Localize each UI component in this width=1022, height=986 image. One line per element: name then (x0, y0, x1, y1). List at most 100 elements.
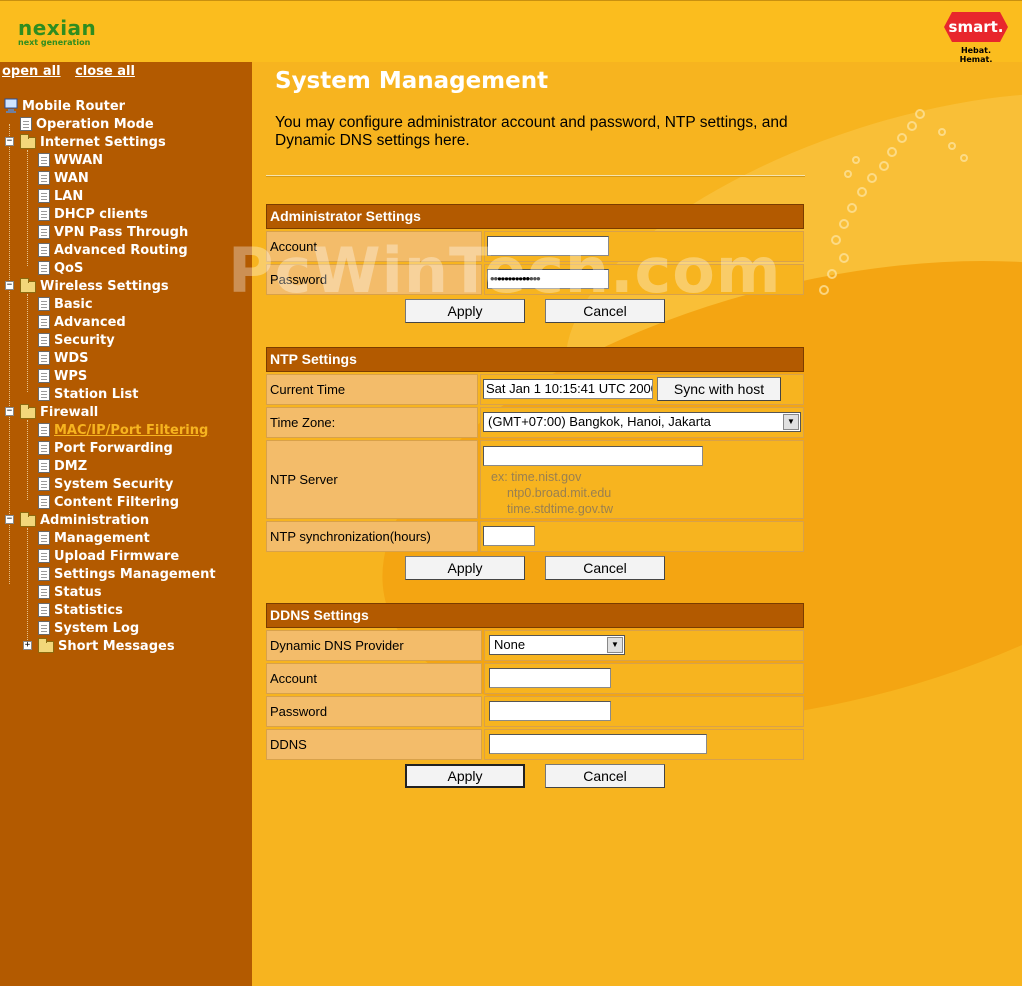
tree-connector (27, 528, 28, 644)
ddns-settings-panel: DDNS Settings Dynamic DNS Provider None … (266, 603, 804, 792)
tree-folder-internet-settings[interactable]: Internet Settings (20, 133, 166, 151)
page-title: System Management (275, 68, 549, 94)
ddns-password-input[interactable] (489, 701, 611, 721)
expand-toggle-short-messages[interactable]: + (23, 641, 32, 650)
page-icon (38, 351, 50, 365)
admin-password-input[interactable]: •••••••••••••• (487, 269, 609, 289)
tree-item-advanced-routing[interactable]: Advanced Routing (38, 241, 188, 259)
tree-folder-short-messages[interactable]: Short Messages (38, 637, 175, 655)
tree-item-lan[interactable]: LAN (38, 187, 83, 205)
tree-item-status[interactable]: Status (38, 583, 102, 601)
current-time-input[interactable]: Sat Jan 1 10:15:41 UTC 2000 (483, 379, 653, 399)
administrator-settings-panel: Administrator Settings Account Password … (266, 204, 804, 327)
page-icon (38, 297, 50, 311)
page-icon (38, 621, 50, 635)
page-icon (38, 207, 50, 221)
page-icon (38, 549, 50, 563)
ddns-settings-header: DDNS Settings (266, 603, 804, 628)
tree-item-wireless-security[interactable]: Security (38, 331, 115, 349)
ntp-server-label: NTP Server (266, 440, 478, 519)
page-icon (38, 369, 50, 383)
tree-item-port-forwarding[interactable]: Port Forwarding (38, 439, 173, 457)
tree-item-dhcp-clients[interactable]: DHCP clients (38, 205, 148, 223)
ddns-hostname-label: DDNS (266, 729, 482, 760)
admin-password-label: Password (266, 264, 482, 295)
ddns-cancel-button[interactable]: Cancel (545, 764, 665, 788)
tree-item-settings-management[interactable]: Settings Management (38, 565, 216, 583)
page-icon (38, 423, 50, 437)
admin-apply-button[interactable]: Apply (405, 299, 525, 323)
page-icon (38, 477, 50, 491)
time-zone-select[interactable]: (GMT+07:00) Bangkok, Hanoi, Jakarta ▼ (483, 412, 801, 432)
tree-item-wireless-advanced[interactable]: Advanced (38, 313, 126, 331)
current-time-label: Current Time (266, 374, 478, 405)
ntp-settings-header: NTP Settings (266, 347, 804, 372)
tree-item-operation-mode[interactable]: Operation Mode (20, 115, 154, 133)
ntp-apply-button[interactable]: Apply (405, 556, 525, 580)
ntp-server-input[interactable] (483, 446, 703, 466)
ddns-account-label: Account (266, 663, 482, 694)
ntp-server-example: ex: time.nist.gov (491, 470, 582, 484)
tree-item-content-filtering[interactable]: Content Filtering (38, 493, 179, 511)
tree-item-vpn-pass-through[interactable]: VPN Pass Through (38, 223, 188, 241)
ntp-server-example: time.stdtime.gov.tw (507, 502, 614, 516)
dropdown-arrow-icon: ▼ (607, 637, 623, 653)
tree-item-upload-firmware[interactable]: Upload Firmware (38, 547, 179, 565)
ddns-provider-select[interactable]: None ▼ (489, 635, 625, 655)
ntp-settings-panel: NTP Settings Current Time Sat Jan 1 10:1… (266, 347, 804, 584)
ddns-hostname-input[interactable] (489, 734, 707, 754)
ddns-provider-selected-value: None (494, 637, 526, 652)
tree-folder-wireless-settings[interactable]: Wireless Settings (20, 277, 169, 295)
page-icon (38, 189, 50, 203)
tree-item-station-list[interactable]: Station List (38, 385, 138, 403)
page-icon (38, 495, 50, 509)
sync-with-host-button[interactable]: Sync with host (657, 377, 781, 401)
tree-item-qos[interactable]: QoS (38, 259, 83, 277)
operator-logo: smart. Hebat. Hemat. (944, 12, 1008, 64)
tree-item-wireless-basic[interactable]: Basic (38, 295, 93, 313)
collapse-toggle-firewall[interactable]: − (5, 407, 14, 416)
tree-item-system-log[interactable]: System Log (38, 619, 139, 637)
tree-item-management[interactable]: Management (38, 529, 150, 547)
tree-item-wds[interactable]: WDS (38, 349, 89, 367)
tree-folder-administration[interactable]: Administration (20, 511, 149, 529)
collapse-toggle-wireless-settings[interactable]: − (5, 281, 14, 290)
close-all-link[interactable]: close all (75, 64, 135, 79)
page-icon (38, 459, 50, 473)
tree-connector (27, 150, 28, 266)
folder-open-icon (20, 134, 36, 149)
collapse-toggle-internet-settings[interactable]: − (5, 137, 14, 146)
time-zone-selected-value: (GMT+07:00) Bangkok, Hanoi, Jakarta (488, 414, 711, 429)
tree-controls: open all close all (2, 64, 145, 79)
administrator-settings-header: Administrator Settings (266, 204, 804, 229)
tree-item-dmz[interactable]: DMZ (38, 457, 87, 475)
page-icon (38, 441, 50, 455)
page-icon (38, 585, 50, 599)
top-banner: nexian next generation smart. Hebat. Hem… (0, 0, 1022, 64)
page-icon (38, 603, 50, 617)
tree-item-statistics[interactable]: Statistics (38, 601, 123, 619)
tree-connector (27, 294, 28, 392)
tree-connector (27, 420, 28, 500)
open-all-link[interactable]: open all (2, 64, 61, 79)
ddns-account-input[interactable] (489, 668, 611, 688)
main-content: System Management You may configure admi… (252, 62, 1022, 986)
vendor-logo-tagline: next generation (18, 38, 91, 47)
admin-account-input[interactable] (487, 236, 609, 256)
ntp-cancel-button[interactable]: Cancel (545, 556, 665, 580)
page-icon (38, 387, 50, 401)
tree-item-wps[interactable]: WPS (38, 367, 87, 385)
folder-closed-icon (38, 638, 54, 653)
admin-cancel-button[interactable]: Cancel (545, 299, 665, 323)
tree-item-mac-ip-port-filtering[interactable]: MAC/IP/Port Filtering (38, 421, 208, 439)
tree-item-wwan[interactable]: WWAN (38, 151, 103, 169)
collapse-toggle-administration[interactable]: − (5, 515, 14, 524)
page-icon (38, 261, 50, 275)
tree-root-mobile-router[interactable]: Mobile Router (4, 97, 125, 115)
tree-item-wan[interactable]: WAN (38, 169, 89, 187)
ddns-apply-button[interactable]: Apply (405, 764, 525, 788)
time-zone-label: Time Zone: (266, 407, 478, 438)
ntp-sync-hours-input[interactable] (483, 526, 535, 546)
tree-folder-firewall[interactable]: Firewall (20, 403, 98, 421)
tree-item-system-security[interactable]: System Security (38, 475, 173, 493)
